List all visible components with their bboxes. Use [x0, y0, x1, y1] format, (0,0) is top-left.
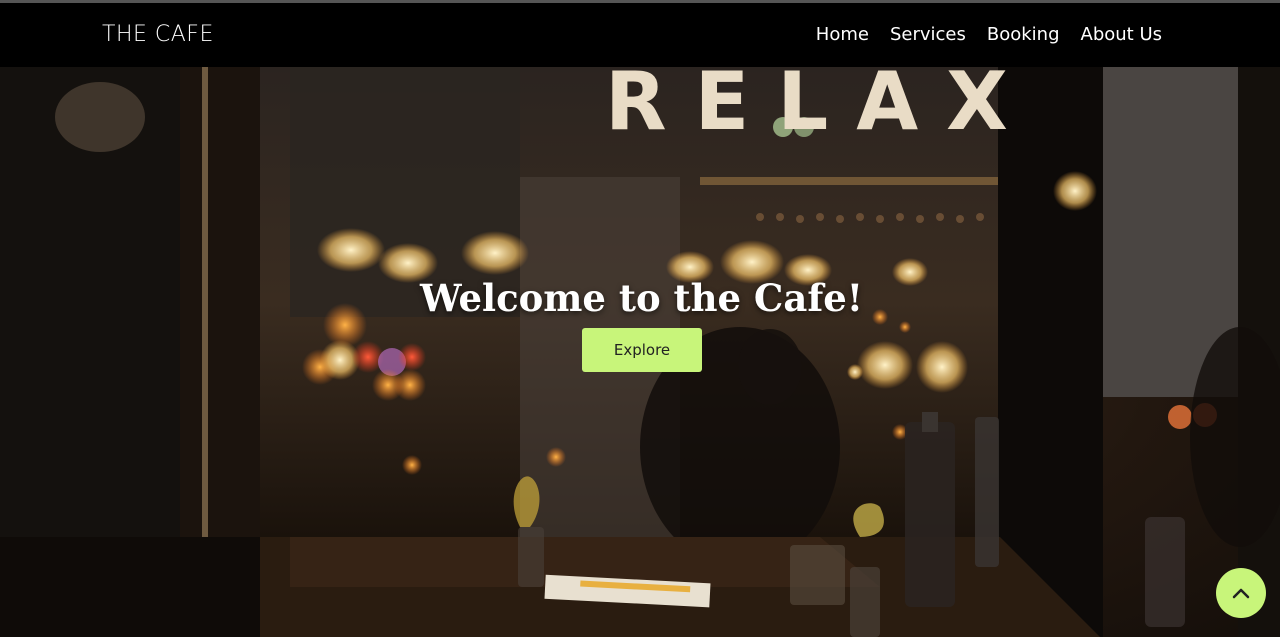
- chevron-up-icon: [1232, 588, 1250, 599]
- relax-sign: RELAX: [605, 67, 1036, 148]
- explore-button[interactable]: Explore: [582, 328, 702, 372]
- hero-title: Welcome to the Cafe!: [419, 276, 864, 320]
- navbar: THE CAFE Home Services Booking About Us: [0, 3, 1280, 67]
- brand-logo[interactable]: THE CAFE: [102, 22, 214, 47]
- nav-links: Home Services Booking About Us: [816, 24, 1162, 45]
- nav-item-home[interactable]: Home: [816, 24, 869, 45]
- hero-section: RELAX Welcome to the Cafe! Explore: [0, 67, 1280, 637]
- nav-item-about-us[interactable]: About Us: [1081, 24, 1163, 45]
- scroll-to-top-button[interactable]: [1216, 568, 1266, 618]
- nav-item-booking[interactable]: Booking: [987, 24, 1060, 45]
- nav-item-services[interactable]: Services: [890, 24, 966, 45]
